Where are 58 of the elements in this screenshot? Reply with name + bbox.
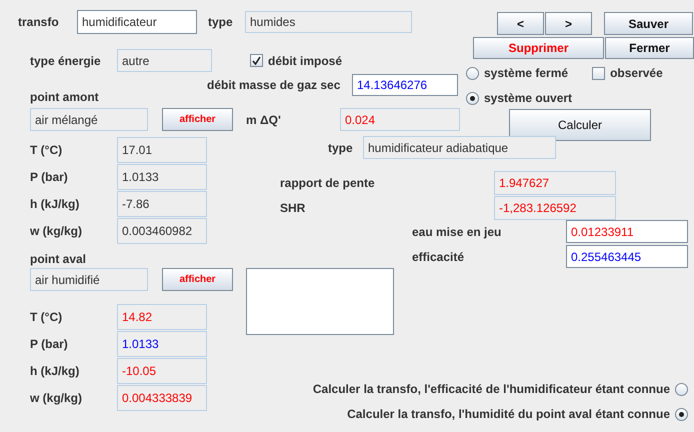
radio-button[interactable]: [675, 382, 688, 396]
field-label: type: [328, 140, 354, 154]
nav-button[interactable]: >: [545, 12, 592, 35]
process-type-field: humidificateur adiabatique: [363, 136, 556, 159]
result-value: 1.947627: [494, 171, 616, 195]
field-label: type: [208, 15, 234, 29]
input-field[interactable]: 0.255463445: [566, 245, 688, 268]
radio-label: Calculer la transfo, l'humidité du point aval étant connue: [347, 407, 670, 421]
energy-type-field: autre: [117, 49, 212, 72]
property-value: -7.86: [117, 190, 207, 216]
save-button[interactable]: Sauver: [604, 12, 693, 35]
property-label: w (kg/kg): [30, 224, 84, 238]
field-label: débit masse de gaz sec: [207, 78, 342, 92]
calculate-button[interactable]: Calculer: [509, 109, 651, 141]
checkbox-label: observée: [610, 66, 663, 80]
property-label: h (kJ/kg): [30, 364, 80, 378]
result-label: rapport de pente: [280, 176, 376, 190]
heat-field: 0.024: [340, 108, 460, 131]
property-value: 0.003460982: [117, 218, 207, 244]
checkbox[interactable]: [250, 54, 263, 67]
property-value: 17.01: [117, 136, 207, 162]
flow-field[interactable]: 14.13646276: [352, 74, 458, 96]
property-label: T (°C): [30, 142, 64, 156]
property-label: T (°C): [30, 310, 64, 324]
field-label: m ΔQ': [246, 112, 282, 126]
radio-label: système ouvert: [484, 91, 572, 105]
section-label: point amont: [30, 90, 100, 104]
property-value: 14.82: [117, 304, 207, 330]
property-label: P (bar): [30, 170, 69, 184]
downstream-point-field: air humidifié: [30, 268, 148, 291]
upstream-point-field: air mélangé: [30, 108, 148, 131]
property-value: 1.0133: [117, 164, 207, 190]
property-label: w (kg/kg): [30, 390, 84, 404]
property-value: 1.0133: [117, 330, 207, 356]
radio-label: système fermé: [484, 66, 568, 80]
field-label: type énergie: [30, 54, 102, 68]
property-label: h (kJ/kg): [30, 196, 80, 210]
text-area[interactable]: [246, 268, 394, 335]
input-label: eau mise en jeu: [412, 224, 502, 238]
transfo-field[interactable]: humidificateur: [77, 10, 197, 34]
nav-button[interactable]: <: [497, 12, 544, 35]
radio-button[interactable]: [466, 92, 479, 104]
section-label: point aval: [30, 252, 86, 266]
input-field[interactable]: 0.01233911: [566, 220, 688, 243]
result-label: SHR: [280, 201, 306, 215]
type-field: humides: [245, 11, 412, 33]
checkbox[interactable]: [592, 66, 606, 80]
checkbox-label: débit imposé: [268, 54, 342, 68]
property-value: 0.004333839: [117, 384, 207, 410]
result-value: -1,283.126592: [494, 196, 616, 220]
radio-label: Calculer la transfo, l'efficacité de l'humidificateur étant connue: [312, 382, 670, 396]
property-value: -10.05: [117, 358, 207, 384]
close-button[interactable]: Fermer: [605, 37, 694, 59]
radio-button[interactable]: [466, 66, 479, 80]
radio-button[interactable]: [675, 408, 688, 420]
property-label: P (bar): [30, 336, 69, 350]
field-label: transfo: [18, 15, 60, 29]
input-label: efficacité: [412, 250, 466, 264]
